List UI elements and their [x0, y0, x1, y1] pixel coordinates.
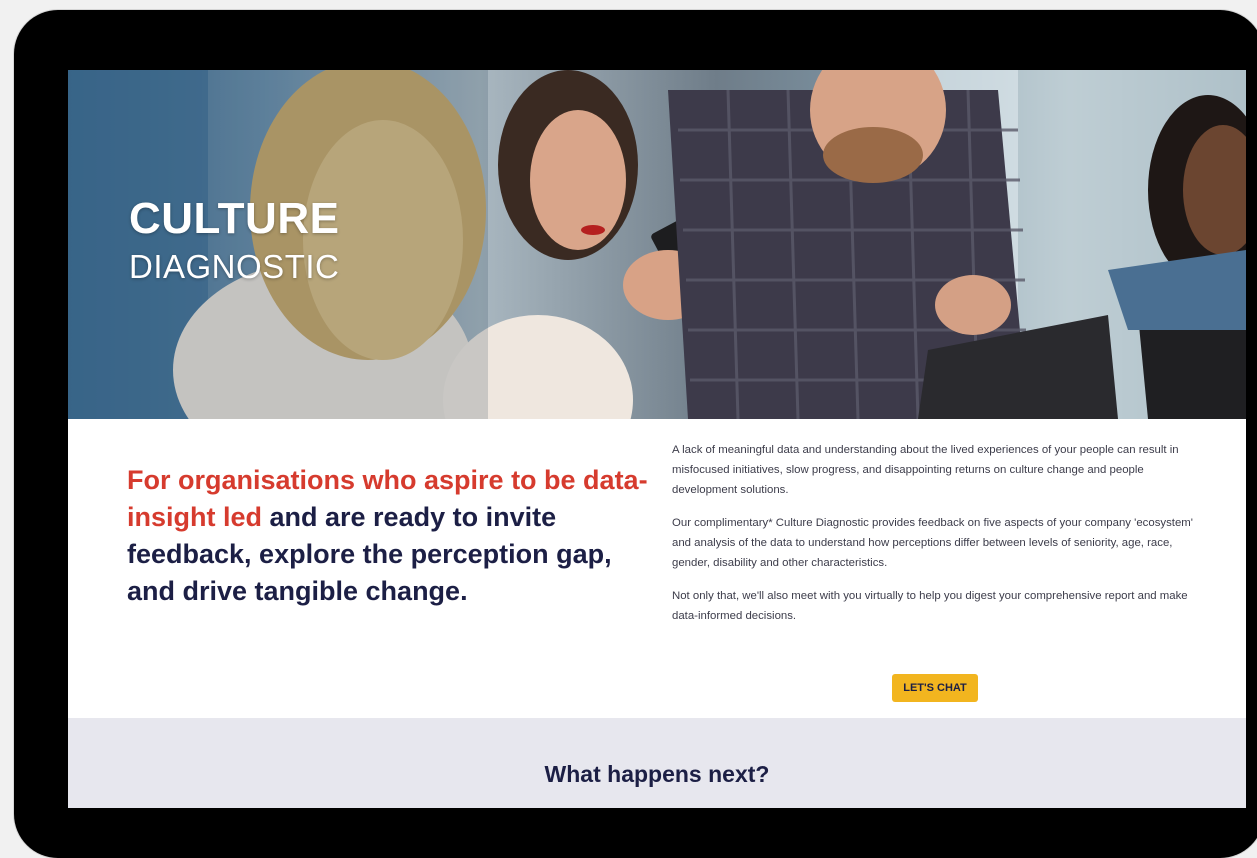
lets-chat-button[interactable]: LET'S CHAT — [892, 674, 978, 702]
intro-body: A lack of meaningful data and understand… — [672, 440, 1206, 639]
intro-paragraph: Our complimentary* Culture Diagnostic pr… — [672, 517, 1193, 569]
hero-photo — [68, 70, 1246, 419]
hero-title: CULTURE — [129, 194, 340, 243]
section-title: What happens next? — [544, 761, 770, 787]
hero-banner: CULTURE DIAGNOSTIC — [68, 70, 1246, 419]
what-happens-next-section: What happens next? — [68, 718, 1246, 808]
hero-subtitle: DIAGNOSTIC — [129, 248, 340, 285]
webpage-screen: CULTURE DIAGNOSTIC For organisations who… — [68, 70, 1246, 808]
device-frame: CULTURE DIAGNOSTIC For organisations who… — [14, 10, 1257, 858]
intro-headline: For organisations who aspire to be data-… — [127, 462, 657, 610]
intro-paragraph: A lack of meaningful data and understand… — [672, 444, 1179, 496]
intro-paragraph: Not only that, we'll also meet with you … — [672, 590, 1188, 622]
